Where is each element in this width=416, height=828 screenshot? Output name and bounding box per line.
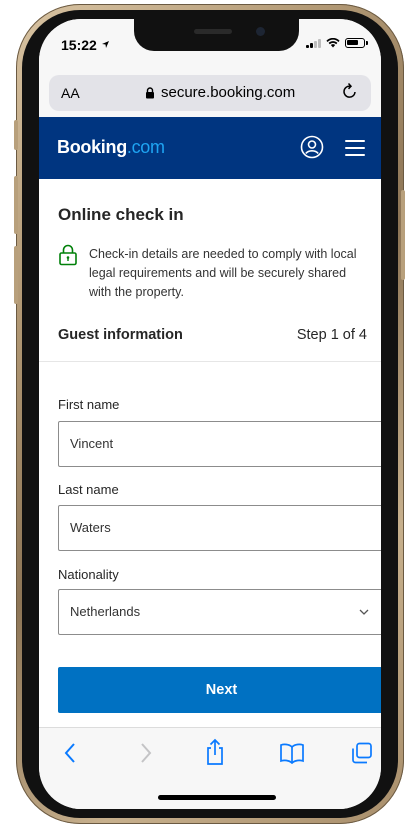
address-bar[interactable]: AA secure.booking.com (49, 75, 371, 111)
url-display[interactable]: secure.booking.com (145, 84, 295, 101)
padlock-icon (146, 86, 154, 98)
nationality-value: Netherlands (70, 604, 141, 619)
front-camera (256, 27, 265, 36)
page-title: Online check in (58, 205, 184, 224)
status-time: 15:22 (61, 37, 97, 53)
browser-toolbar (39, 727, 381, 809)
url-text: secure.booking.com (161, 84, 296, 101)
battery-icon (345, 38, 368, 48)
forward-icon[interactable] (139, 742, 153, 764)
reload-icon[interactable] (341, 81, 359, 101)
power-button (401, 190, 405, 280)
section-title: Guest information (58, 327, 183, 343)
last-name-input[interactable]: Waters (58, 505, 381, 551)
status-icons (306, 38, 368, 48)
home-indicator[interactable] (158, 795, 276, 800)
browser-address-area: AA secure.booking.com (39, 63, 381, 117)
notch (134, 19, 299, 51)
share-icon[interactable] (204, 738, 226, 766)
user-account-icon[interactable] (300, 135, 324, 159)
nationality-label: Nationality (58, 567, 119, 582)
bookmarks-icon[interactable] (279, 742, 305, 764)
legal-notice-text: Check-in details are needed to comply wi… (89, 247, 357, 299)
guest-info-header: Guest information Step 1 of 4 (39, 319, 381, 362)
first-name-label: First name (58, 397, 120, 412)
chevron-down-icon (359, 609, 369, 615)
mute-switch (14, 120, 18, 150)
volume-down-button (14, 246, 18, 304)
lock-icon (59, 244, 77, 266)
first-name-input[interactable]: Vincent (58, 421, 381, 467)
volume-up-button (14, 176, 18, 234)
text-size-button[interactable]: AA (61, 85, 80, 101)
tabs-icon[interactable] (351, 742, 373, 764)
nationality-select[interactable]: Netherlands (58, 589, 381, 635)
cellular-signal-icon (306, 38, 321, 48)
last-name-label: Last name (58, 482, 119, 497)
booking-logo[interactable]: Booking.com (57, 137, 165, 158)
back-icon[interactable] (63, 742, 77, 764)
location-arrow-icon (102, 41, 109, 48)
speaker (194, 29, 232, 34)
phone-screen: 15:22 AA secure.booking.com Booking.com … (39, 19, 381, 809)
site-header: Booking.com (39, 117, 381, 179)
next-button[interactable]: Next (58, 667, 381, 713)
step-indicator: Step 1 of 4 (296, 327, 367, 343)
hamburger-menu-icon[interactable] (345, 140, 365, 161)
wifi-icon (326, 38, 340, 48)
